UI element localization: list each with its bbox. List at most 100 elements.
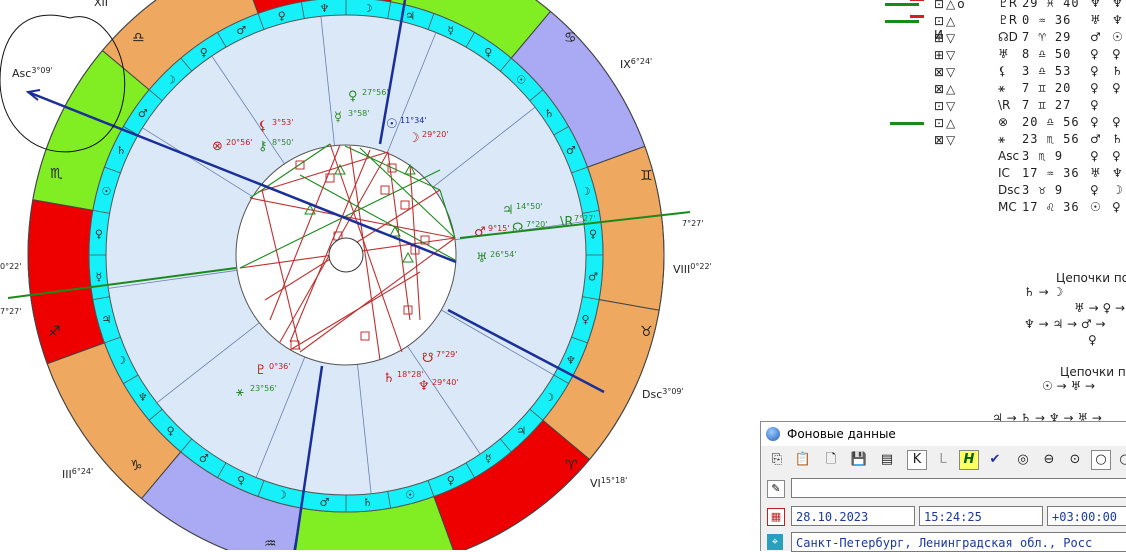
dialog-titlebar[interactable]: Фоновые данные xyxy=(761,422,1126,446)
ruler-glyph: ♂ xyxy=(588,271,598,284)
ruler-glyph: ☽ xyxy=(277,489,287,502)
planet-ceres-icon: ⚹ xyxy=(236,385,244,400)
chain-line: ♅ → ♀ → xyxy=(1074,301,1126,315)
aspect-mark-green xyxy=(885,3,919,6)
aspect-degree: 3 ♎ 53 xyxy=(1022,64,1072,78)
aspect-symbols: ⊡△ xyxy=(934,116,958,130)
aspect-ruler-2: ♄ xyxy=(1112,64,1123,78)
ruler-glyph: ♆ xyxy=(138,391,148,404)
aspect-mark-red xyxy=(910,0,924,1)
planet-neptune-top-degree: 3°58' xyxy=(348,109,369,118)
ruler-glyph: ☉ xyxy=(102,185,112,198)
ruler-glyph: ♂ xyxy=(319,496,329,509)
aspect-row: ⊡△ ⊗ 20 ♎ 56 ♀ ♀ xyxy=(880,115,1126,132)
aspect-ruler-1: ♀ xyxy=(1090,115,1099,129)
chain-line: ♄ → ☽ xyxy=(1024,285,1064,299)
date-input[interactable]: 28.10.2023 xyxy=(791,506,915,526)
dialog-title: Фоновые данные xyxy=(787,427,896,441)
circle-style-5-icon[interactable]: ○ xyxy=(1115,450,1126,470)
aspect-ruler-1: ♀ xyxy=(1090,98,1099,112)
place-input[interactable]: Санкт-Петербург, Ленинградская обл., Рос… xyxy=(791,532,1126,552)
l-button[interactable]: L xyxy=(933,450,953,470)
house-label-left-7-27: 7°27' xyxy=(0,307,21,316)
h-button[interactable]: H xyxy=(959,450,979,470)
circle-style-4-icon[interactable]: ○ xyxy=(1091,450,1111,470)
aspect-row: IC 17 ♒ 36 ♅ ♆ xyxy=(880,166,1126,183)
copy-icon[interactable]: ⎘ xyxy=(767,450,787,470)
circle-style-2-icon[interactable]: ⊖ xyxy=(1039,450,1059,470)
house-label-vi: VI15°18' xyxy=(590,476,627,490)
planet-sun-icon: ☉ xyxy=(386,117,398,132)
planet-sun-degree: 11°34' xyxy=(400,116,427,125)
planet-lilith-degree: 3°53' xyxy=(272,118,293,127)
time-input[interactable]: 15:24:25 xyxy=(919,506,1043,526)
background-data-dialog[interactable]: Фоновые данные ⎘ 📋 🗋 💾 ▤ K L H ✔ ◎ ⊖ ⊙ ○… xyxy=(760,421,1126,552)
chain-line: ☉ → ♅ → xyxy=(1042,379,1096,393)
aspect-degree: 20 ♎ 56 xyxy=(1022,115,1080,129)
aspect-symbols: ⊡▽ xyxy=(934,99,958,113)
planet-neptune-top-icon: ☿ xyxy=(334,110,342,125)
ruler-glyph: ♂ xyxy=(138,107,148,120)
planet-jupiter-icon: ♃ xyxy=(502,203,514,218)
table-icon[interactable]: ▤ xyxy=(877,450,897,470)
aspect-ruler-2: ♆ xyxy=(1112,166,1123,180)
planet-pluto-r-degree: 0°36' xyxy=(269,362,290,371)
aspect-ruler-2: ♀ xyxy=(1112,81,1121,95)
paste-icon[interactable]: 📋 xyxy=(793,450,813,470)
aspect-degree: 17 ♒ 36 xyxy=(1022,166,1080,180)
ruler-glyph: ♀ xyxy=(484,46,492,59)
ruler-glyph: ♀ xyxy=(589,227,597,240)
calendar-icon[interactable]: ▦ xyxy=(767,508,785,526)
aspect-degree: 17 ♌ 36 xyxy=(1022,200,1080,214)
name-input[interactable] xyxy=(791,478,1126,498)
planet-chiron-degree: 8°50' xyxy=(272,138,293,147)
aspect-row: ⊡△ И ♇R 0 ♒ 36 ♅ ♆ xyxy=(880,13,1126,42)
ruler-glyph: ☽ xyxy=(581,185,591,198)
aspect-row: ⊞▽ ♅ 8 ♎ 50 ♀ ♀ xyxy=(880,47,1126,64)
aspect-ruler-2: ♀ xyxy=(1112,200,1121,214)
chains-title-2: Цепочки по xyxy=(1060,365,1126,379)
timezone-input[interactable]: +03:00:00 xyxy=(1047,506,1126,526)
planet-mars-icon: ♂ xyxy=(474,225,486,240)
aspect-degree: 8 ♎ 50 xyxy=(1022,47,1072,61)
aspect-table: ⊡△ᴏ ♇R 29 ♓ 40 ♆ ♆ ⊡△ И ♇R 0 ♒ 36 ♅ ♆ ⊞▽ ☊D 7 ♈ 29 ♂ ☉… xyxy=(880,0,1126,235)
planet-uranus-icon: ♅ xyxy=(476,251,488,266)
planet-south-node-degree: 7°29' xyxy=(436,350,457,359)
k-button[interactable]: K xyxy=(907,450,927,470)
edit-icon[interactable]: ✎ xyxy=(767,480,785,498)
aspect-row: ⊡▽ \R 7 ♊ 27 ♀ xyxy=(880,98,1126,115)
natal-chart-wheel[interactable]: ♀ ☽ ♂ ♄ ☉ ♀ ☿ ♃ ☽ ♆ ♀ ♂ ♀ ☽ ♂ ♄ ☉ ♀ ☿ ♃ ☽ ♆ ♀ ♂ ♀ ☽ ♂ ♄ ☉ ♀ ☿ ♃ ☽ ♆ ♀ ♂ XII… xyxy=(0,0,880,550)
ruler-glyph: ♀ xyxy=(95,227,103,240)
aspect-symbols: ⊡△ᴏ xyxy=(934,0,967,11)
ruler-glyph: ☽ xyxy=(544,391,554,404)
house-label-ix: IX6°24' xyxy=(620,57,652,71)
ruler-glyph: ♂ xyxy=(199,452,209,465)
aspect-mark-green xyxy=(885,20,919,23)
aspect-degree: 7 ♊ 27 xyxy=(1022,98,1072,112)
ruler-glyph: ☿ xyxy=(96,271,103,284)
aspect-symbols: ⊞▽ xyxy=(934,31,958,45)
circle-style-1-icon[interactable]: ◎ xyxy=(1013,450,1033,470)
check-icon[interactable]: ✔ xyxy=(985,450,1005,470)
ruler-glyph: ♆ xyxy=(566,354,576,367)
aspect-mark-green xyxy=(890,122,924,125)
ruler-glyph: ♀ xyxy=(167,424,175,437)
house-label-left-0-22: 0°22' xyxy=(0,262,21,271)
chain-line: ♀ xyxy=(1088,333,1097,347)
aspect-degree: 29 ♓ 40 xyxy=(1022,0,1080,10)
aspect-symbols: ⊠△ xyxy=(934,82,958,96)
planet-jupiter-degree: 14°50' xyxy=(516,202,543,211)
app-icon xyxy=(766,427,780,441)
save-icon[interactable]: 💾 xyxy=(849,450,869,470)
new-icon[interactable]: 🗋 xyxy=(821,450,841,470)
circle-style-3-icon[interactable]: ⊙ xyxy=(1065,450,1085,470)
location-icon[interactable]: ⌖ xyxy=(767,534,783,550)
ruler-glyph: ♂ xyxy=(236,24,246,37)
ruler-glyph: ♄ xyxy=(363,496,373,509)
aspect-ruler-1: ♅ xyxy=(1090,166,1101,180)
ruler-glyph: ☿ xyxy=(447,24,454,37)
house-label-dsc: Dsc3°09' xyxy=(642,387,684,401)
ruler-glyph: ♀ xyxy=(278,9,286,22)
zodiac-sign-icon: ♏ xyxy=(50,166,63,182)
house-label-iii: III6°24' xyxy=(62,467,93,481)
